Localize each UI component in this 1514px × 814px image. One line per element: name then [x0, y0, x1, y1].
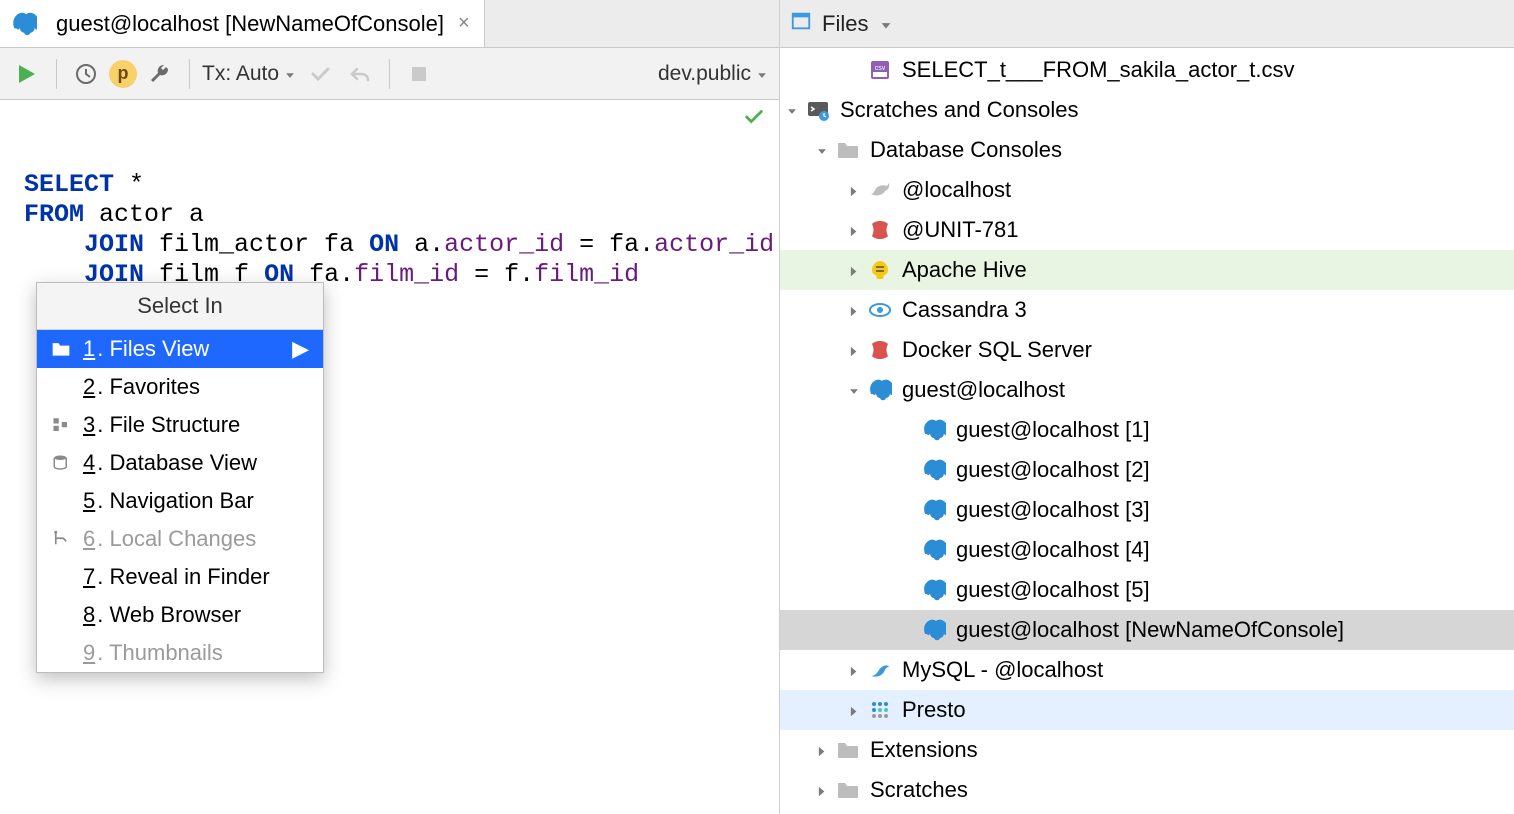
schema-label: dev.public	[658, 62, 751, 86]
folder-icon	[51, 339, 71, 359]
folder-icon	[834, 736, 862, 764]
tree-item-guest-5[interactable]: guest@localhost [5]	[780, 570, 1514, 610]
files-panel-title: Files	[822, 11, 868, 37]
editor-pane: guest@localhost [NewNameOfConsole] × p T…	[0, 0, 780, 814]
console-icon	[804, 96, 832, 124]
expand-icon[interactable]	[842, 183, 866, 197]
folder-icon	[834, 776, 862, 804]
run-button[interactable]	[10, 57, 44, 91]
tree-item-guest-newconsole[interactable]: guest@localhost [NewNameOfConsole]	[780, 610, 1514, 650]
hive-icon	[866, 256, 894, 284]
analysis-ok-icon	[743, 106, 765, 137]
rollback-button[interactable]	[343, 57, 377, 91]
postgres-icon	[920, 536, 948, 564]
postgres-icon	[920, 456, 948, 484]
chevron-down-icon	[755, 67, 769, 81]
whale-icon	[866, 176, 894, 204]
expand-icon[interactable]	[842, 703, 866, 717]
expand-icon[interactable]	[810, 743, 834, 757]
collapse-icon[interactable]	[842, 383, 866, 397]
tree-item-presto[interactable]: Presto	[780, 690, 1514, 730]
expand-icon[interactable]	[842, 303, 866, 317]
window-icon	[790, 10, 812, 38]
tree-item-guest-localhost[interactable]: guest@localhost	[780, 370, 1514, 410]
tx-mode-dropdown[interactable]: Tx: Auto	[202, 62, 297, 86]
popup-item-thumbnails[interactable]: 9. Thumbnails	[37, 634, 323, 672]
popup-item-reveal-finder[interactable]: 7. Reveal in Finder	[37, 558, 323, 596]
popup-item-local-changes[interactable]: 6. Local Changes	[37, 520, 323, 558]
postgres-icon	[920, 576, 948, 604]
popup-item-database-view[interactable]: 4. Database View	[37, 444, 323, 482]
schema-dropdown[interactable]: dev.public	[658, 62, 769, 86]
eye-icon	[866, 296, 894, 324]
tab-title: guest@localhost [NewNameOfConsole]	[56, 11, 444, 37]
separator	[56, 59, 57, 89]
settings-button[interactable]	[143, 57, 177, 91]
postgres-icon	[920, 616, 948, 644]
submenu-arrow-icon: ▶	[292, 336, 309, 362]
tree-item-scratches-consoles[interactable]: Scratches and Consoles	[780, 90, 1514, 130]
tree-item-guest-2[interactable]: guest@localhost [2]	[780, 450, 1514, 490]
tree-item-unit781[interactable]: @UNIT-781	[780, 210, 1514, 250]
presto-icon	[866, 696, 894, 724]
mysql-icon	[866, 656, 894, 684]
editor-toolbar: p Tx: Auto dev.public	[0, 48, 779, 100]
tree-item-guest-1[interactable]: guest@localhost [1]	[780, 410, 1514, 450]
popup-item-files-view[interactable]: 1. Files View ▶	[37, 330, 323, 368]
popup-item-navigation-bar[interactable]: 5. Navigation Bar	[37, 482, 323, 520]
database-icon	[51, 453, 71, 473]
postgres-icon	[920, 416, 948, 444]
separator	[389, 59, 390, 89]
editor-tab-bar: guest@localhost [NewNameOfConsole] ×	[0, 0, 779, 48]
sqlserver-icon	[866, 216, 894, 244]
editor-tab[interactable]: guest@localhost [NewNameOfConsole] ×	[0, 0, 485, 47]
close-tab-icon[interactable]: ×	[454, 12, 474, 35]
structure-icon	[51, 415, 71, 435]
popup-item-favorites[interactable]: 2. Favorites	[37, 368, 323, 406]
folder-icon	[834, 136, 862, 164]
tree-item-localhost[interactable]: @localhost	[780, 170, 1514, 210]
postgres-icon	[866, 376, 894, 404]
select-in-popup: Select In 1. Files View ▶ 2. Favorites 3…	[36, 282, 324, 673]
collapse-icon[interactable]	[780, 103, 804, 117]
postgres-icon	[920, 496, 948, 524]
popup-title: Select In	[37, 283, 323, 330]
tree-item-database-consoles[interactable]: Database Consoles	[780, 130, 1514, 170]
files-tree[interactable]: SELECT_t___FROM_sakila_actor_t.csv Scrat…	[780, 48, 1514, 814]
expand-icon[interactable]	[842, 663, 866, 677]
tree-item-scratches[interactable]: Scratches	[780, 770, 1514, 810]
files-pane: Files SELECT_t___FROM_sakila_actor_t.csv…	[780, 0, 1514, 814]
collapse-icon[interactable]	[810, 143, 834, 157]
popup-item-file-structure[interactable]: 3. File Structure	[37, 406, 323, 444]
tree-item-mysql[interactable]: MySQL - @localhost	[780, 650, 1514, 690]
postgres-icon	[10, 10, 38, 38]
p-badge-button[interactable]: p	[109, 60, 137, 88]
expand-icon[interactable]	[842, 343, 866, 357]
sqlserver-icon	[866, 336, 894, 364]
tree-item-guest-3[interactable]: guest@localhost [3]	[780, 490, 1514, 530]
expand-icon[interactable]	[842, 223, 866, 237]
tree-item-csv[interactable]: SELECT_t___FROM_sakila_actor_t.csv	[780, 50, 1514, 90]
expand-icon[interactable]	[810, 783, 834, 797]
vcs-branch-icon	[51, 529, 71, 549]
popup-item-web-browser[interactable]: 8. Web Browser	[37, 596, 323, 634]
csv-file-icon	[866, 56, 894, 84]
tree-item-guest-4[interactable]: guest@localhost [4]	[780, 530, 1514, 570]
chevron-down-icon	[283, 67, 297, 81]
separator	[189, 59, 190, 89]
tree-item-extensions[interactable]: Extensions	[780, 730, 1514, 770]
tx-mode-label: Tx: Auto	[202, 62, 279, 86]
tree-item-hive[interactable]: Apache Hive	[780, 250, 1514, 290]
history-button[interactable]	[69, 57, 103, 91]
tree-item-cassandra[interactable]: Cassandra 3	[780, 290, 1514, 330]
stop-button[interactable]	[402, 57, 436, 91]
chevron-down-icon	[878, 17, 894, 31]
tree-item-docker-sql[interactable]: Docker SQL Server	[780, 330, 1514, 370]
commit-button[interactable]	[303, 57, 337, 91]
expand-icon[interactable]	[842, 263, 866, 277]
files-panel-header[interactable]: Files	[780, 0, 1514, 48]
